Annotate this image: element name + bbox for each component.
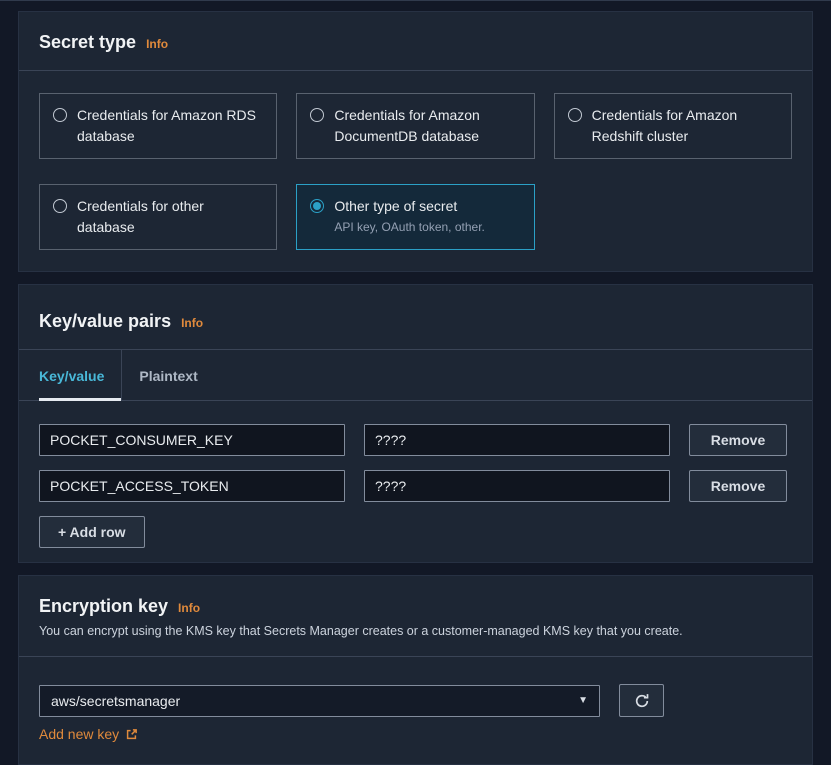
key-input-2[interactable] [39,470,345,502]
option-label: Credentials for Amazon RDS database [77,105,263,147]
add-new-key-label: Add new key [39,726,119,742]
tab-key-value[interactable]: Key/value [39,350,121,400]
secret-type-option-redshift[interactable]: Credentials for Amazon Redshift cluster [554,93,792,159]
encryption-key-description: You can encrypt using the KMS key that S… [39,623,792,639]
encryption-key-select[interactable]: aws/secretsmanager ▼ [39,685,600,717]
remove-row-button-2[interactable]: Remove [689,470,787,502]
radio-icon[interactable] [53,108,67,122]
secret-type-options: Credentials for Amazon RDS database Cred… [19,71,812,271]
secret-type-header: Secret type Info [19,12,812,71]
option-label: Credentials for Amazon DocumentDB databa… [334,105,520,147]
refresh-icon [634,693,650,709]
secret-type-panel: Secret type Info Credentials for Amazon … [18,11,813,272]
kv-row-2: Remove [39,470,792,502]
radio-icon[interactable] [53,199,67,213]
tab-plaintext[interactable]: Plaintext [121,350,214,400]
value-input-2[interactable] [364,470,670,502]
add-new-key-link[interactable]: Add new key [39,726,138,742]
value-input-1[interactable] [364,424,670,456]
chevron-down-icon: ▼ [578,695,588,706]
radio-icon[interactable] [568,108,582,122]
kv-row-1: Remove [39,424,792,456]
key-value-title: Key/value pairs [39,311,171,332]
secret-type-title: Secret type [39,32,136,53]
secret-type-option-other-database[interactable]: Credentials for other database [39,184,277,250]
key-value-info-link[interactable]: Info [181,316,203,330]
key-input-1[interactable] [39,424,345,456]
option-label: Other type of secret [334,196,485,217]
radio-icon[interactable] [310,199,324,213]
create-secret-page: Secret type Info Credentials for Amazon … [0,1,831,765]
secret-type-option-documentdb[interactable]: Credentials for Amazon DocumentDB databa… [296,93,534,159]
add-row-button[interactable]: + Add row [39,516,145,548]
remove-row-button-1[interactable]: Remove [689,424,787,456]
option-description: API key, OAuth token, other. [334,220,485,235]
encryption-key-content: aws/secretsmanager ▼ Add new key [19,657,812,764]
secret-type-option-rds[interactable]: Credentials for Amazon RDS database [39,93,277,159]
encryption-key-info-link[interactable]: Info [178,601,200,615]
key-value-header: Key/value pairs Info [19,285,812,350]
kv-rows: Remove Remove + Add row [19,401,812,562]
secret-type-option-other-secret[interactable]: Other type of secret API key, OAuth toke… [296,184,534,250]
option-label: Credentials for other database [77,196,263,238]
kv-tabs: Key/value Plaintext [19,350,812,401]
encryption-key-select-value: aws/secretsmanager [51,693,180,709]
refresh-button[interactable] [619,684,664,717]
radio-dot [313,202,321,210]
external-link-icon [125,728,138,741]
encryption-key-title: Encryption key [39,596,168,617]
option-label: Credentials for Amazon Redshift cluster [592,105,778,147]
encryption-key-panel: Encryption key Info You can encrypt usin… [18,575,813,765]
key-value-pairs-panel: Key/value pairs Info Key/value Plaintext… [18,284,813,563]
radio-icon[interactable] [310,108,324,122]
encryption-key-header: Encryption key Info You can encrypt usin… [19,576,812,657]
secret-type-info-link[interactable]: Info [146,37,168,51]
